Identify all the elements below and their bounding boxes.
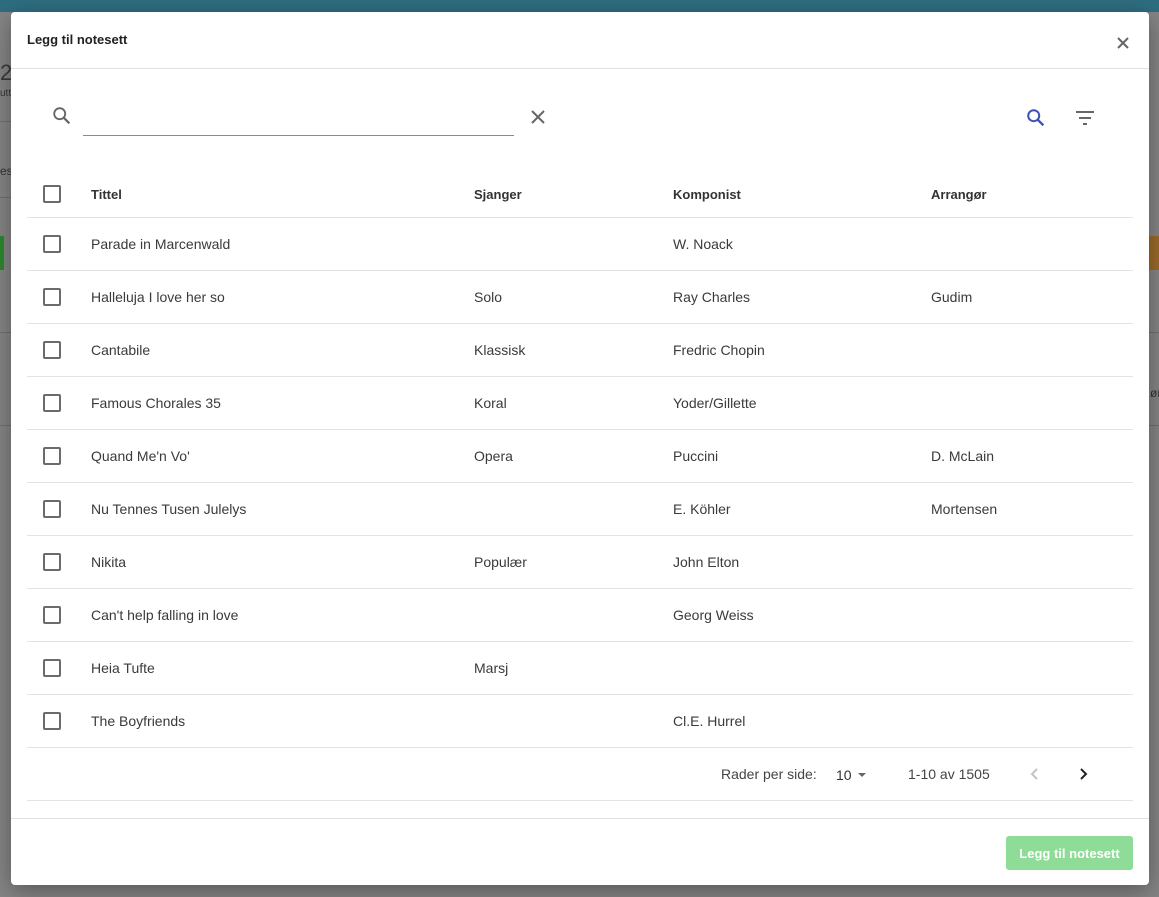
select-all-checkbox[interactable] [43,185,61,203]
cell-title: Nikita [91,554,127,570]
next-page-button[interactable] [1071,762,1095,786]
bg-divider [0,425,11,426]
table-header-row: Tittel Sjanger Komponist Arrangør [27,164,1133,218]
table-row[interactable]: Can't help falling in love Georg Weiss [27,589,1133,642]
row-checkbox[interactable] [43,288,61,306]
bg-divider [0,197,11,198]
dialog-header: Legg til notesett [11,12,1149,69]
cell-composer: Yoder/Gillette [673,395,757,411]
bg-orange-button [1149,236,1159,270]
cell-composer: Puccini [673,448,719,464]
chevron-left-icon [1030,768,1038,780]
bg-divider [0,332,11,333]
search-icon [51,105,73,132]
row-checkbox[interactable] [43,553,61,571]
rows-per-page-select[interactable]: 10 [836,748,872,801]
sheet-music-table: Tittel Sjanger Komponist Arrangør Parade… [27,164,1133,801]
cell-title: Can't help falling in love [91,607,239,623]
caret-down-icon [857,772,866,777]
bg-divider [1149,425,1159,426]
search-button[interactable] [1023,105,1049,131]
search-icon [1027,109,1045,127]
cell-genre: Solo [474,289,503,305]
table-row[interactable]: Heia Tufte Marsj [27,642,1133,695]
cell-composer: Georg Weiss [673,607,754,623]
rows-per-page-label: Rader per side: [721,766,817,782]
add-sheet-music-dialog: Legg til notesett Tittel Sjanger Komponi… [11,12,1149,885]
table-row[interactable]: Parade in Marcenwald W. Noack [27,218,1133,271]
cell-title: Famous Chorales 35 [91,395,221,411]
dialog-footer: Legg til notesett [11,818,1149,885]
bg-divider [0,121,11,122]
clear-icon [531,110,545,124]
row-checkbox[interactable] [43,341,61,359]
row-checkbox[interactable] [43,235,61,253]
bg-text-fragment: utt [0,88,12,99]
cell-title: Heia Tufte [91,660,155,676]
close-button[interactable] [1111,31,1135,55]
row-checkbox[interactable] [43,394,61,412]
add-sheet-music-button[interactable]: Legg til notesett [1006,836,1133,870]
app-topbar [0,0,1159,12]
cell-composer: Fredric Chopin [673,342,765,358]
table-row[interactable]: Halleluja I love her so Solo Ray Charles… [27,271,1133,324]
column-header-composer[interactable]: Komponist [673,164,741,226]
cell-composer: John Elton [673,554,740,570]
cell-arranger: Gudim [931,289,973,305]
cell-genre: Opera [474,448,513,464]
table-row[interactable]: Quand Me'n Vo' Opera Puccini D. McLain [27,430,1133,483]
row-checkbox[interactable] [43,659,61,677]
cell-composer: E. Köhler [673,501,731,517]
search-input[interactable] [83,106,514,136]
table-row[interactable]: The Boyfriends Cl.E. Hurrel [27,695,1133,748]
cell-arranger: D. McLain [931,448,995,464]
column-header-arranger[interactable]: Arrangør [931,164,987,226]
bg-green-button [0,236,4,270]
column-header-title[interactable]: Tittel [91,164,122,226]
column-header-genre[interactable]: Sjanger [474,164,522,226]
row-checkbox[interactable] [43,447,61,465]
cell-title: The Boyfriends [91,713,186,729]
cell-title: Nu Tennes Tusen Julelys [91,501,247,517]
filter-icon [1076,111,1094,125]
cell-composer: Cl.E. Hurrel [673,713,746,729]
dialog-title: Legg til notesett [27,32,128,47]
previous-page-button[interactable] [1023,762,1047,786]
chevron-right-icon [1080,768,1088,780]
cell-genre: Klassisk [474,342,526,358]
table-row[interactable]: Nikita Populær John Elton [27,536,1133,589]
pagination-bar: Rader per side: 10 1-10 av 1505 [27,748,1133,801]
cell-composer: W. Noack [673,236,733,252]
row-checkbox[interactable] [43,606,61,624]
cell-title: Cantabile [91,342,151,358]
cell-arranger: Mortensen [931,501,998,517]
rows-per-page-value: 10 [836,766,852,783]
cell-genre: Marsj [474,660,509,676]
page-range: 1-10 av 1505 [908,766,990,782]
bg-text-fragment: ør [1150,386,1159,400]
bg-divider [1149,332,1159,333]
table-row[interactable]: Famous Chorales 35 Koral Yoder/Gillette [27,377,1133,430]
cell-title: Quand Me'n Vo' [91,448,190,464]
cell-composer: Ray Charles [673,289,751,305]
close-icon [1117,37,1129,49]
row-checkbox[interactable] [43,500,61,518]
cell-title: Halleluja I love her so [91,289,225,305]
clear-search-button[interactable] [527,106,549,128]
cell-genre: Populær [474,554,527,570]
cell-genre: Koral [474,395,507,411]
table-row[interactable]: Nu Tennes Tusen Julelys E. Köhler Morten… [27,483,1133,536]
cell-title: Parade in Marcenwald [91,236,231,252]
row-checkbox[interactable] [43,712,61,730]
filter-button[interactable] [1072,105,1098,131]
table-row[interactable]: Cantabile Klassisk Fredric Chopin [27,324,1133,377]
